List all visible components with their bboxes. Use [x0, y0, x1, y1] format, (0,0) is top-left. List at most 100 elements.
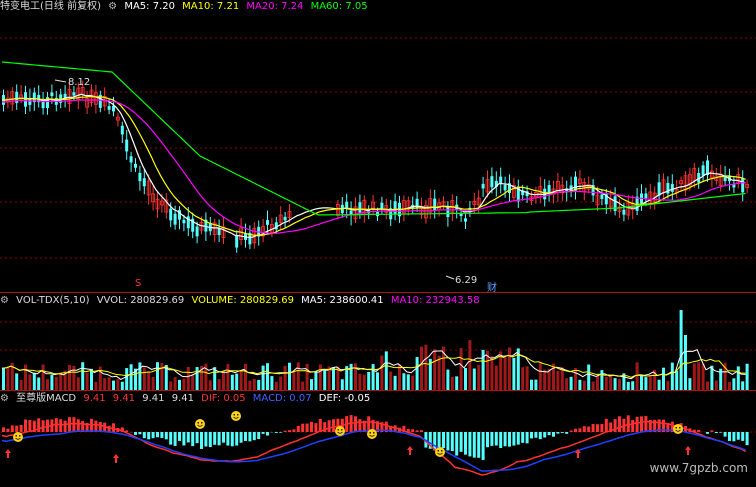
- macd-histogram-bar: [147, 432, 151, 440]
- volume-bar: [116, 378, 120, 390]
- volume-title: VOL-TDX(5,10): [16, 295, 90, 306]
- volume-bar: [147, 371, 151, 390]
- volume-bar: [464, 367, 467, 390]
- macd-value: MACD: 0.07: [252, 393, 312, 404]
- macd-histogram-bar: [635, 416, 639, 432]
- volume-bar: [591, 381, 595, 390]
- macd-histogram-bar: [213, 432, 217, 445]
- macd-histogram-bar: [446, 432, 450, 451]
- macd-histogram-bar: [547, 432, 551, 436]
- volume-bar: [662, 367, 665, 390]
- macd-histogram-bar: [415, 430, 419, 432]
- volume-bar: [587, 364, 591, 390]
- volume-bar: [393, 375, 397, 390]
- gear-icon[interactable]: ⚙: [108, 1, 117, 12]
- volume-bar: [732, 378, 736, 390]
- volume-bar: [222, 371, 225, 390]
- volume-bar: [380, 355, 384, 390]
- vol-ma10-value: MA10: 232943.58: [390, 295, 480, 306]
- macd-histogram-bar: [6, 428, 10, 432]
- volume-bar: [604, 376, 608, 390]
- up-arrow-icon: [113, 454, 119, 463]
- volume-bar: [657, 379, 661, 390]
- macd-histogram-bar: [279, 432, 283, 433]
- macd-histogram-bar: [442, 432, 445, 449]
- macd-histogram-bar: [182, 432, 186, 446]
- volume-bar: [235, 373, 239, 390]
- chart-canvas: 8.12 6.29 S 财: [0, 37, 756, 476]
- volume-bar: [679, 310, 683, 390]
- volume-bar: [301, 381, 305, 390]
- volume-bar: [648, 376, 652, 390]
- volume-bar: [76, 377, 80, 390]
- volume-bar: [389, 371, 393, 390]
- macd-histogram-bar: [107, 425, 111, 432]
- candle-body: [358, 202, 362, 213]
- candle-body: [644, 193, 648, 199]
- volume-bar: [318, 364, 322, 390]
- volume-bar: [230, 374, 234, 390]
- candle-body: [182, 219, 186, 224]
- macd-histogram-bar: [186, 432, 190, 443]
- volume-bar: [59, 372, 63, 390]
- macd-histogram-bar: [512, 432, 516, 446]
- macd-histogram-bar: [552, 432, 555, 437]
- ma60-line: [1, 61, 746, 216]
- volume-bar: [530, 379, 533, 390]
- volume-bar: [37, 377, 41, 390]
- macd-histogram-bar: [230, 432, 234, 447]
- volume-bar: [477, 365, 481, 390]
- volume-bar: [503, 357, 507, 390]
- macd-histogram-bar: [538, 432, 542, 440]
- macd-header: ⚙ 至尊版MACD 9.41 9.41 9.41 9.41 DIF: 0.05 …: [0, 392, 374, 406]
- macd-histogram-bar: [486, 432, 489, 448]
- candle-body: [266, 220, 269, 225]
- candle-body: [120, 125, 124, 135]
- volume-bar: [631, 381, 635, 390]
- volume-bar: [613, 378, 617, 390]
- volume-bar: [323, 369, 327, 390]
- candle-body: [24, 92, 27, 107]
- volume-bar: [525, 366, 529, 390]
- volume-bar: [41, 364, 45, 390]
- macd-histogram-bar: [288, 430, 291, 432]
- gear-icon[interactable]: ⚙: [0, 295, 9, 306]
- macd-histogram-bar: [591, 424, 595, 432]
- macd-histogram-bar: [560, 432, 564, 433]
- macd-histogram-bar: [301, 423, 305, 432]
- marker-s: S: [135, 278, 141, 289]
- volume-bar: [354, 363, 357, 390]
- macd-histogram-bar: [2, 427, 5, 432]
- volume-bar: [450, 376, 454, 390]
- volume-bar: [543, 369, 547, 390]
- candle-body: [235, 234, 239, 248]
- volume-bar: [582, 380, 586, 390]
- smiley-icon: [195, 419, 205, 429]
- macd-histogram-bar: [41, 420, 45, 432]
- macd-histogram-bar: [173, 432, 177, 446]
- macd-histogram-bar: [516, 432, 520, 445]
- candle-body: [393, 201, 397, 214]
- volume-bar: [666, 380, 670, 390]
- macd-histogram-bar: [24, 419, 27, 432]
- macd-histogram-bar: [587, 426, 591, 432]
- volume-bar: [46, 379, 49, 390]
- smiley-eye: [441, 450, 443, 452]
- smiley-face: [435, 447, 445, 457]
- smiley-icon: [231, 411, 241, 421]
- volume-bar: [692, 363, 696, 390]
- macd-histogram-bar: [706, 432, 709, 434]
- smiley-eye: [437, 450, 440, 452]
- volume-bar: [415, 357, 419, 390]
- macd-histogram-bar: [530, 432, 533, 439]
- volume-bar: [736, 366, 740, 390]
- macd-histogram-bar: [191, 432, 195, 447]
- macd-histogram-bar: [578, 428, 582, 432]
- candle-body: [195, 226, 199, 237]
- volume-bar: [244, 363, 247, 390]
- gear-icon[interactable]: ⚙: [0, 393, 9, 404]
- macd-histogram-bar: [138, 432, 142, 435]
- candle-body: [72, 92, 76, 96]
- volume-bar: [406, 374, 410, 390]
- macd-histogram-bar: [332, 419, 335, 432]
